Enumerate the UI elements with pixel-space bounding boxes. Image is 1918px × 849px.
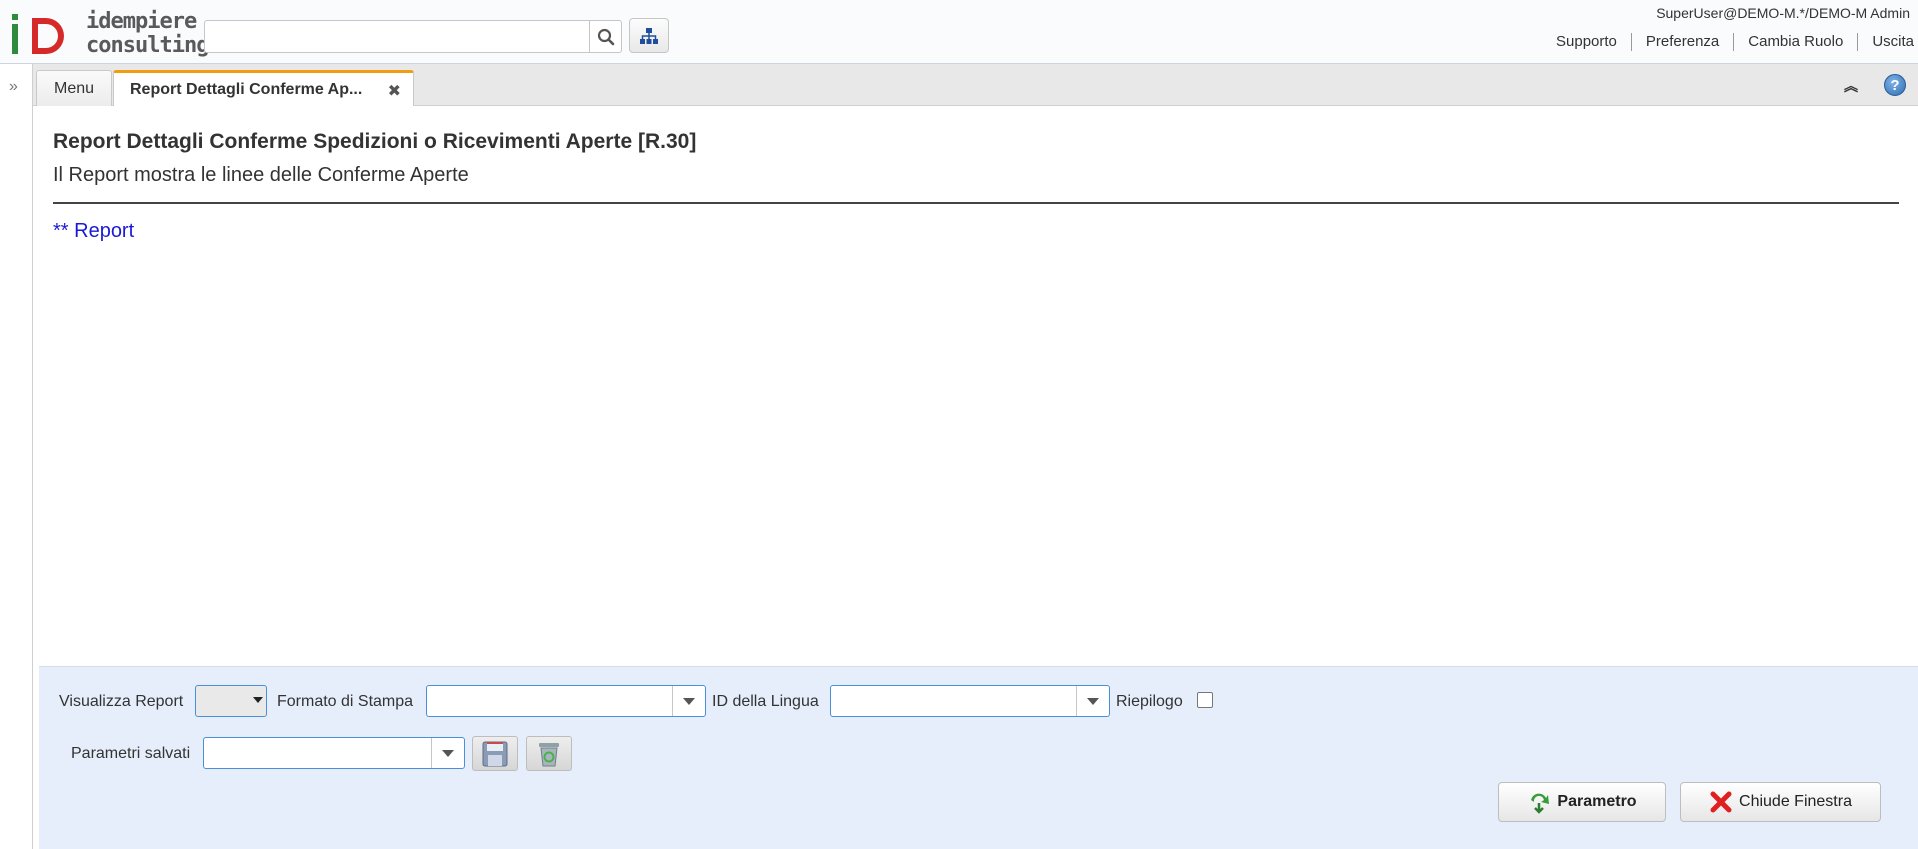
tab-menu[interactable]: Menu <box>36 70 112 106</box>
recycle-bin-icon <box>539 742 559 766</box>
logo-line-1: idempiere <box>86 9 197 34</box>
floppy-disk-icon <box>482 741 508 766</box>
delete-params-button[interactable] <box>526 736 572 771</box>
process-title: Report Dettagli Conferme Spedizioni o Ri… <box>53 130 697 153</box>
view-report-label: Visualizza Report <box>59 693 184 710</box>
window-tabbar: Menu Report Dettagli Conferme Ap... ✖ ︽ … <box>33 64 1918 107</box>
language-combobox[interactable] <box>830 685 1110 717</box>
close-window-button-label: Chiude Finestra <box>1739 793 1852 810</box>
print-format-label: Formato di Stampa <box>277 693 414 710</box>
save-params-button[interactable] <box>472 736 518 771</box>
summary-checkbox[interactable] <box>1197 692 1213 708</box>
logo-text: idempiere consulting <box>86 9 209 58</box>
west-panel-collapsed: » <box>0 64 33 849</box>
red-x-icon <box>1709 790 1733 814</box>
support-link[interactable]: Supporto <box>1542 33 1631 51</box>
global-search-input[interactable] <box>204 20 590 53</box>
header-links: Supporto Preferenza Cambia Ruolo Uscita <box>1542 33 1918 51</box>
chevron-down-icon[interactable] <box>672 686 705 716</box>
divider <box>53 202 1899 204</box>
user-info[interactable]: SuperUser@DEMO-M.*/DEMO-M Admin <box>1656 5 1910 21</box>
chevron-down-icon[interactable] <box>1076 686 1109 716</box>
idempiere-logo-mark-icon <box>12 14 64 54</box>
process-help: ** Report <box>53 220 135 242</box>
saved-params-label: Parametri salvati <box>71 745 191 762</box>
logo-line-2: consulting <box>86 33 209 58</box>
idempiere-logo[interactable]: idempiere consulting <box>10 8 209 60</box>
process-content: Report Dettagli Conferme Spedizioni o Ri… <box>33 106 1918 666</box>
process-description: Il Report mostra le linee delle Conferme… <box>53 164 469 186</box>
parameter-button-label: Parametro <box>1557 793 1637 810</box>
tab-report-label: Report Dettagli Conferme Ap... <box>130 81 363 98</box>
double-chevron-up-icon[interactable]: ︽ <box>1844 76 1858 96</box>
double-chevron-right-icon[interactable]: » <box>9 78 18 96</box>
search-icon <box>597 28 614 45</box>
saved-params-combobox[interactable] <box>203 737 465 769</box>
close-icon[interactable]: ✖ <box>388 81 401 101</box>
view-report-select[interactable] <box>195 685 267 717</box>
logout-link[interactable]: Uscita <box>1857 33 1918 51</box>
parameters-panel: Visualizza Report Formato di Stampa ID d… <box>39 666 1918 849</box>
green-arrow-icon <box>1527 790 1551 814</box>
summary-label: Riepilogo <box>1116 693 1183 710</box>
app-header: idempiere consulting SuperUser@DEMO-M.*/… <box>0 0 1918 64</box>
close-window-button[interactable]: Chiude Finestra <box>1680 782 1881 822</box>
caret-down-icon <box>253 697 263 703</box>
tab-report[interactable]: Report Dettagli Conferme Ap... ✖ <box>113 70 414 107</box>
language-label: ID della Lingua <box>712 693 819 710</box>
parameter-button[interactable]: Parametro <box>1498 782 1666 822</box>
chevron-down-icon[interactable] <box>431 738 464 768</box>
preferences-link[interactable]: Preferenza <box>1630 33 1733 51</box>
tree-menu-button[interactable] <box>629 18 669 53</box>
print-format-combobox[interactable] <box>426 685 706 717</box>
change-role-link[interactable]: Cambia Ruolo <box>1733 33 1857 51</box>
search-button[interactable] <box>589 20 622 53</box>
sitemap-icon <box>640 27 658 44</box>
help-icon[interactable]: ? <box>1884 74 1906 96</box>
